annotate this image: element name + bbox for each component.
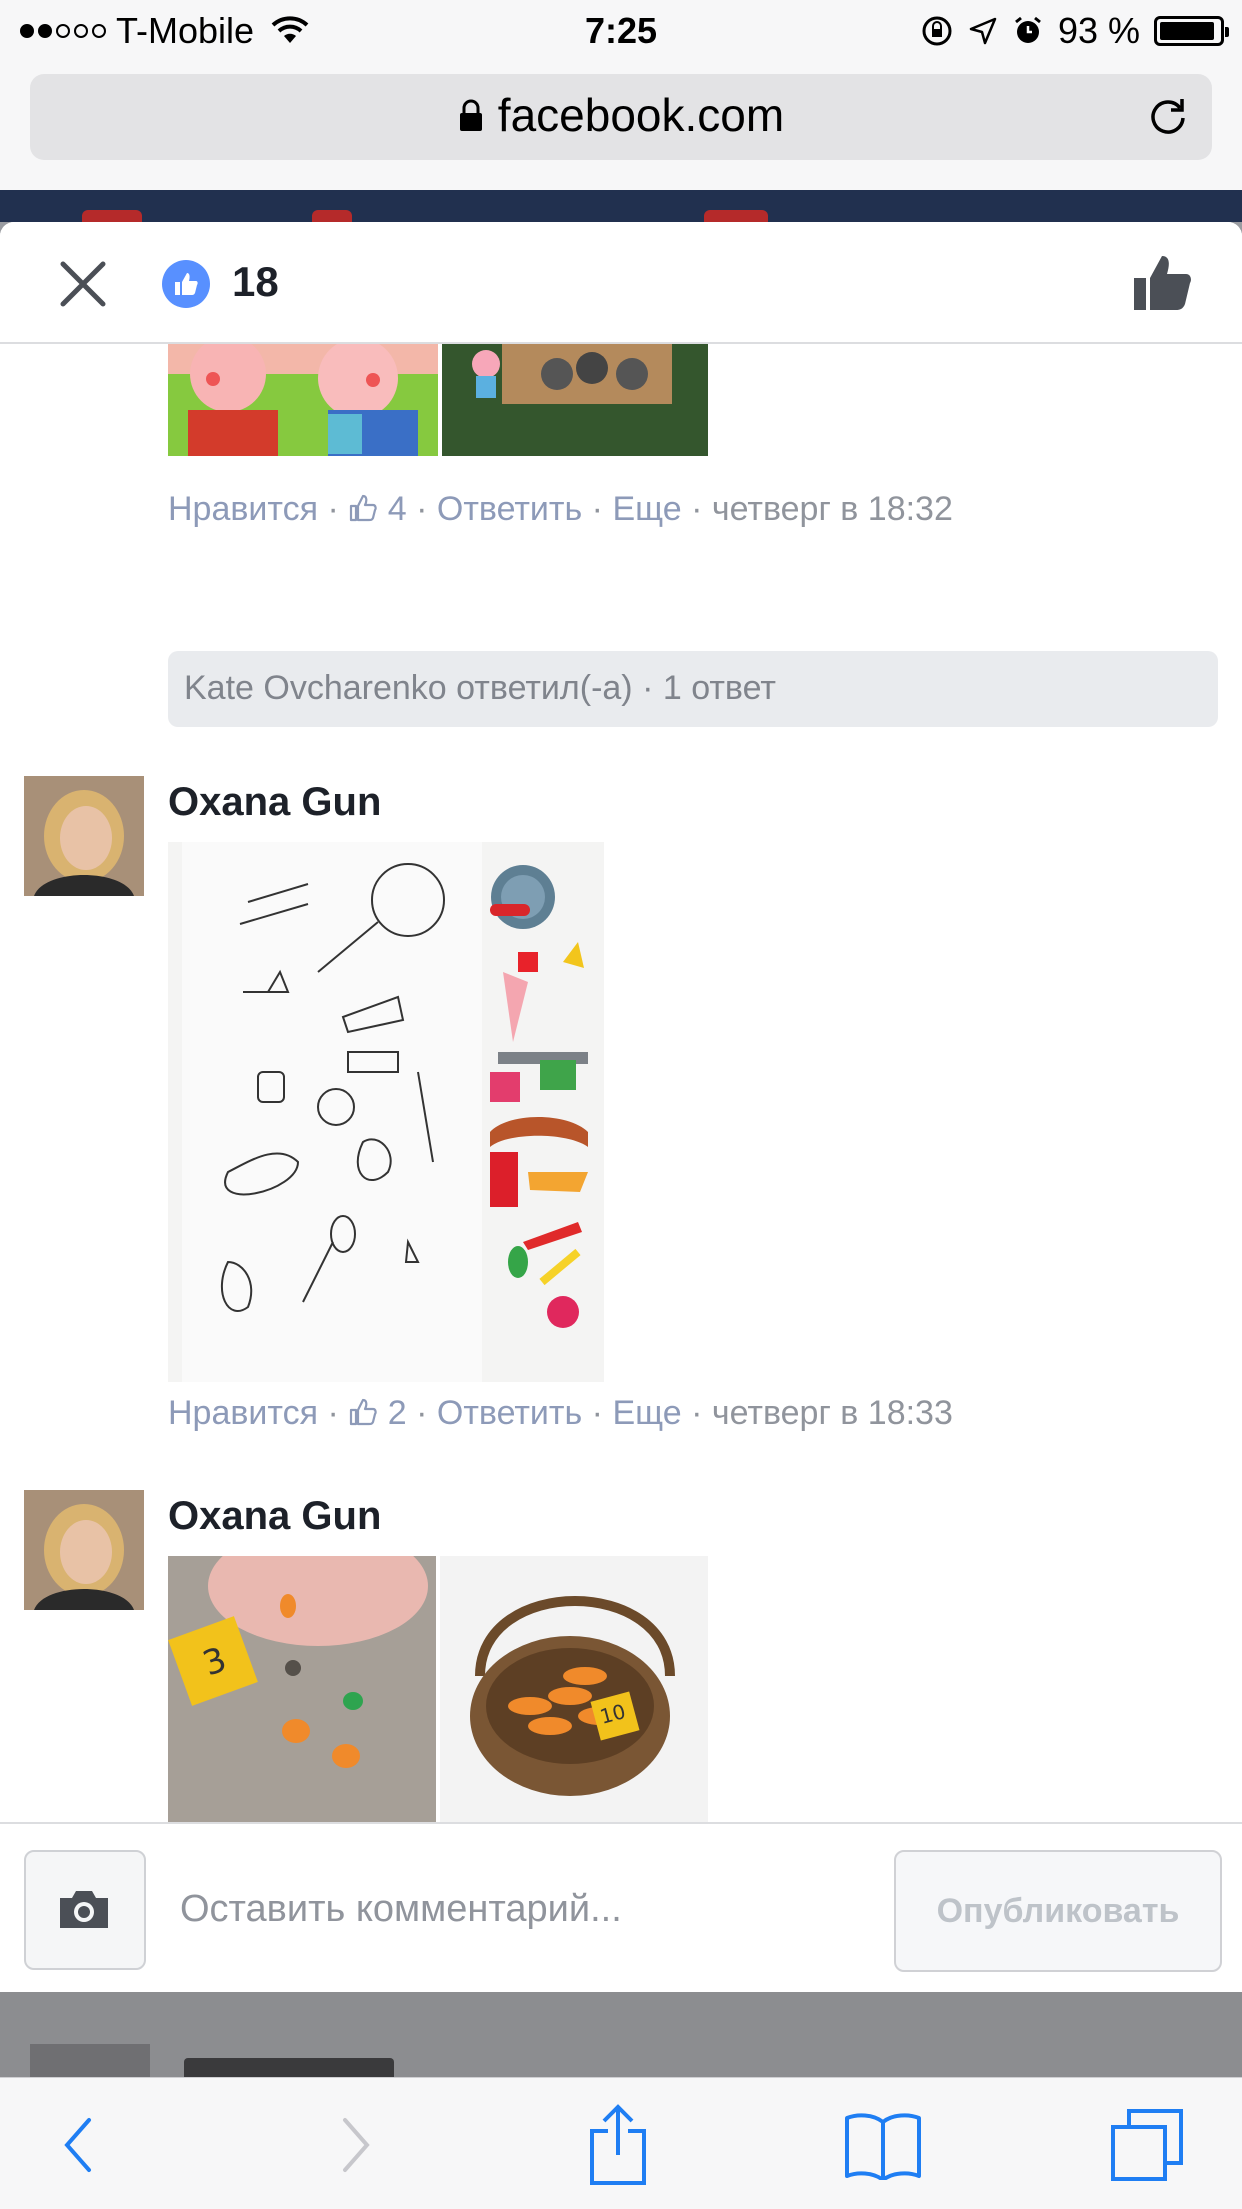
comment-image-pigs[interactable] (168, 344, 438, 456)
share-button[interactable] (573, 2100, 663, 2190)
forward-button[interactable] (310, 2100, 400, 2190)
comment-like-number: 4 (387, 490, 407, 528)
comment-image-carrot-basket[interactable]: 10 (440, 1556, 708, 1824)
status-bar: T-Mobile 7:25 93 % (0, 0, 1242, 62)
tabs-icon (1111, 2109, 1183, 2181)
facebook-header-background (0, 190, 1242, 224)
book-icon (845, 2113, 921, 2180)
like-button-icon[interactable] (1130, 250, 1194, 314)
battery-fill (1160, 22, 1214, 40)
chevron-right-icon (343, 2118, 370, 2172)
comment-like-count[interactable]: 4 (348, 490, 416, 528)
url-text: facebook.com (497, 89, 785, 141)
like-link[interactable]: Нравится (168, 490, 318, 528)
orientation-lock-icon (922, 16, 952, 46)
battery-icon (1154, 16, 1229, 46)
modal-header: 18 (0, 222, 1242, 344)
comment-input[interactable]: Оставить комментарий... (180, 1888, 622, 1931)
author-name-partial (184, 2058, 394, 2077)
comments-list: Нравится · 4 · Ответить · Еще · четверг … (0, 344, 1242, 1992)
comment-meta: Нравится · 4 · Ответить · Еще · четверг … (168, 490, 953, 528)
avatar (30, 2044, 150, 2077)
bookmarks-button[interactable] (838, 2100, 928, 2190)
tabs-button[interactable] (1102, 2100, 1192, 2190)
alarm-icon (1015, 16, 1041, 43)
like-link[interactable]: Нравится (168, 1394, 318, 1432)
thumbs-up-icon (350, 1398, 377, 1426)
thumbs-up-icon (350, 494, 377, 522)
chevron-left-icon (64, 2118, 91, 2172)
avatar[interactable] (24, 776, 144, 896)
publish-button[interactable]: Опубликовать (894, 1850, 1222, 1972)
more-link[interactable]: Еще (612, 490, 681, 528)
comment-like-count[interactable]: 2 (348, 1394, 416, 1432)
close-icon[interactable] (58, 259, 108, 309)
comment-author[interactable]: Oxana Gun (168, 1494, 381, 1539)
reply-link[interactable]: Ответить (437, 490, 582, 528)
reply-link[interactable]: Ответить (437, 1394, 582, 1432)
comment-image-toy-pig[interactable] (442, 344, 708, 456)
location-arrow-icon (969, 17, 997, 45)
comment-timestamp: четверг в 18:32 (711, 490, 953, 528)
comment-image-shapes-activity[interactable] (168, 842, 604, 1382)
address-bar-text: facebook.com (0, 88, 1242, 142)
back-button[interactable] (34, 2100, 124, 2190)
camera-button[interactable] (24, 1850, 146, 1970)
like-badge-icon (162, 260, 210, 308)
comment-meta: Нравится · 2 · Ответить · Еще · четверг … (168, 1394, 953, 1432)
comment-like-number: 2 (387, 1394, 407, 1432)
replies-summary[interactable]: Kate Ovcharenko ответил(-а) · 1 ответ (168, 651, 1218, 727)
more-link[interactable]: Еще (612, 1394, 681, 1432)
share-icon (590, 2104, 646, 2185)
replies-summary-text: Kate Ovcharenko ответил(-а) · 1 ответ (184, 669, 776, 707)
comment-timestamp: четверг в 18:33 (711, 1394, 953, 1432)
reactions-comments-modal: 18 Нравится · 4 · Ответить · Еще · четве… (0, 222, 1242, 1992)
status-right: 93 % (920, 10, 1229, 52)
comment-image-carrots-sand[interactable]: 3 (168, 1556, 436, 1824)
camera-icon (60, 1891, 108, 1928)
comment-author[interactable]: Oxana Gun (168, 780, 381, 825)
like-count[interactable]: 18 (232, 258, 279, 306)
reload-icon[interactable] (1146, 94, 1190, 138)
page-overlay (0, 1992, 1242, 2077)
avatar[interactable] (24, 1490, 144, 1610)
browser-toolbar (0, 2077, 1242, 2209)
comment-composer: Оставить комментарий... Опубликовать (0, 1822, 1242, 1992)
lock-icon (459, 99, 482, 131)
battery-percent: 93 % (1057, 10, 1140, 51)
